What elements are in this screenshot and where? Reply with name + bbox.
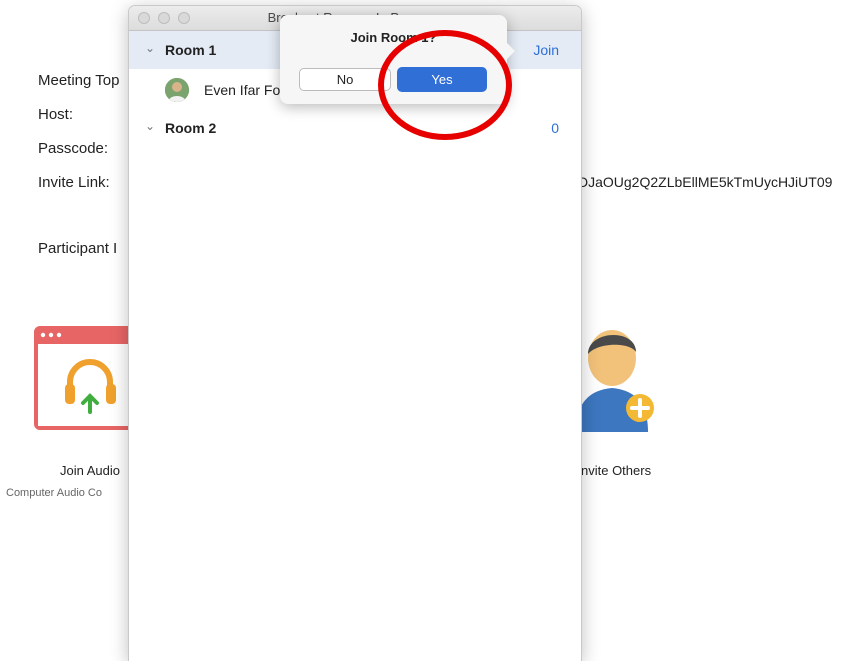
invite-others-caption: nvite Others (581, 463, 652, 478)
popover-arrow (507, 43, 515, 59)
avatar (165, 78, 189, 102)
room-row-2[interactable]: ⌄ Room 2 0 (129, 109, 581, 147)
room-name: Room 1 (165, 42, 217, 58)
passcode-label: Passcode: (38, 140, 109, 157)
invite-link-label: Invite Link: (38, 174, 110, 191)
join-audio-caption: Join Audio (60, 463, 120, 478)
participant-id-label: Participant I (38, 240, 118, 257)
join-audio-button[interactable] (34, 326, 134, 435)
popover-title: Join Room 1? (350, 30, 437, 45)
invite-others-button[interactable] (572, 316, 668, 439)
room-name: Room 2 (165, 120, 217, 136)
invite-link-value[interactable]: DJaOUg2Q2ZLbEllME5kTmUycHJiUT09 (578, 174, 832, 190)
meeting-topic-label: Meeting Top (38, 72, 120, 89)
add-person-icon (576, 330, 654, 432)
join-room-confirm-popover: Join Room 1? No Yes (280, 15, 515, 104)
yes-button[interactable]: Yes (397, 67, 487, 92)
no-button[interactable]: No (299, 68, 391, 91)
chevron-down-icon[interactable]: ⌄ (145, 119, 155, 133)
headphones-icon (34, 326, 134, 430)
join-audio-subcaption: Computer Audio Co (6, 487, 102, 499)
host-label: Host: (38, 106, 74, 123)
join-room-link[interactable]: Join (533, 42, 559, 58)
room-participant-count: 0 (551, 120, 559, 136)
participant-name: Even Ifar Fo (204, 82, 281, 98)
chevron-down-icon[interactable]: ⌄ (145, 41, 155, 55)
